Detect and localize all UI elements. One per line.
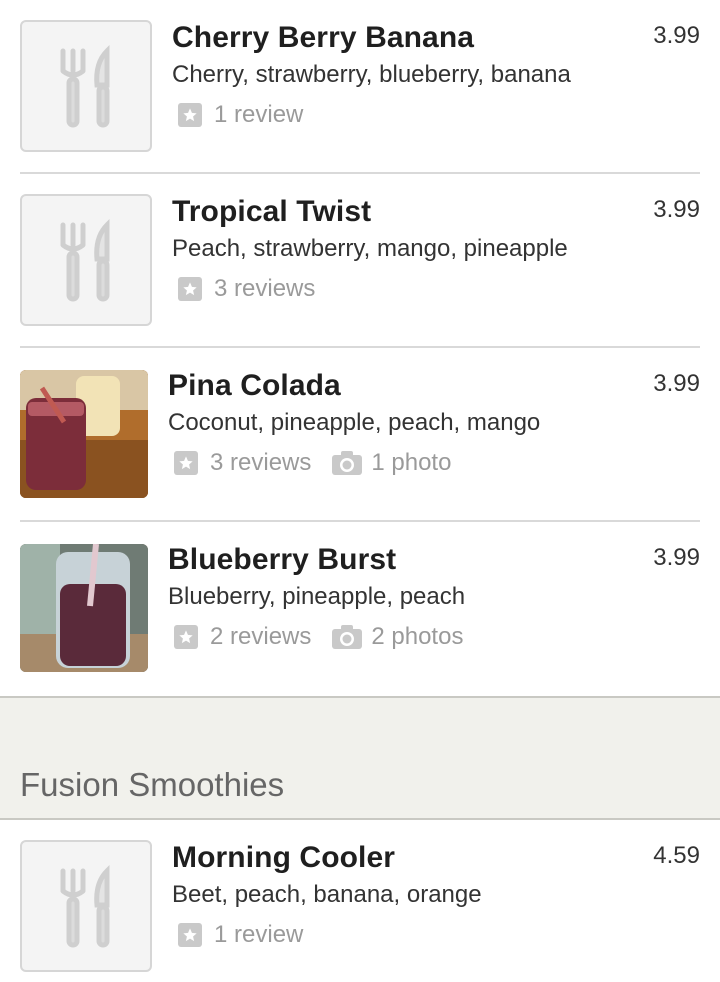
- star-icon: [178, 923, 202, 947]
- menu-list: Cherry Berry Banana Cherry, strawberry, …: [0, 0, 720, 982]
- item-description: Peach, strawberry, mango, pineapple: [172, 235, 568, 262]
- section-title: Fusion Smoothies: [20, 766, 285, 803]
- item-photo[interactable]: [20, 370, 148, 498]
- review-count[interactable]: 3 reviews: [210, 449, 311, 477]
- section-header: Fusion Smoothies: [0, 696, 720, 820]
- item-price: 3.99: [653, 22, 700, 49]
- item-meta: 2 reviews 2 photos: [168, 620, 700, 654]
- fork-knife-icon: [20, 20, 152, 152]
- menu-item-cherry-berry-banana[interactable]: Cherry Berry Banana Cherry, strawberry, …: [0, 0, 720, 174]
- item-title[interactable]: Blueberry Burst: [168, 540, 700, 580]
- item-photo[interactable]: [20, 544, 148, 672]
- menu-item-morning-cooler[interactable]: Morning Cooler Beet, peach, banana, oran…: [0, 820, 720, 982]
- review-count[interactable]: 1 review: [214, 921, 303, 949]
- item-meta: 1 review: [172, 98, 700, 132]
- star-icon: [174, 625, 198, 649]
- star-icon: [178, 277, 202, 301]
- item-info: Blueberry Burst Blueberry, pineapple, pe…: [168, 540, 700, 654]
- item-description: Blueberry, pineapple, peach: [168, 583, 466, 610]
- camera-icon: [331, 624, 363, 650]
- item-title[interactable]: Pina Colada: [168, 366, 700, 406]
- item-price: 3.99: [653, 196, 700, 223]
- photo-count[interactable]: 1 photo: [371, 449, 451, 477]
- menu-item-tropical-twist[interactable]: Tropical Twist Peach, strawberry, mango,…: [0, 174, 720, 348]
- item-meta: 1 review: [172, 918, 700, 952]
- camera-icon: [331, 450, 363, 476]
- review-count[interactable]: 1 review: [214, 101, 303, 129]
- review-count[interactable]: 3 reviews: [214, 275, 315, 303]
- item-title[interactable]: Tropical Twist: [172, 192, 700, 232]
- fork-knife-icon: [20, 840, 152, 972]
- item-meta: 3 reviews: [172, 272, 700, 306]
- item-title[interactable]: Cherry Berry Banana: [172, 18, 700, 58]
- fork-knife-icon: [20, 194, 152, 326]
- item-info: Tropical Twist Peach, strawberry, mango,…: [172, 192, 700, 306]
- item-info: Pina Colada Coconut, pineapple, peach, m…: [168, 366, 700, 480]
- star-icon: [174, 451, 198, 475]
- item-description: Coconut, pineapple, peach, mango: [168, 409, 541, 436]
- item-price: 3.99: [653, 544, 700, 571]
- menu-item-blueberry-burst[interactable]: Blueberry Burst Blueberry, pineapple, pe…: [0, 522, 720, 696]
- item-info: Cherry Berry Banana Cherry, strawberry, …: [172, 18, 700, 132]
- item-price: 4.59: [653, 842, 700, 869]
- menu-item-pina-colada[interactable]: Pina Colada Coconut, pineapple, peach, m…: [0, 348, 720, 522]
- item-description: Cherry, strawberry, blueberry, banana: [172, 61, 571, 88]
- item-description: Beet, peach, banana, orange: [172, 881, 482, 908]
- photo-count[interactable]: 2 photos: [371, 623, 463, 651]
- item-price: 3.99: [653, 370, 700, 397]
- review-count[interactable]: 2 reviews: [210, 623, 311, 651]
- item-info: Morning Cooler Beet, peach, banana, oran…: [172, 838, 700, 952]
- item-meta: 3 reviews 1 photo: [168, 446, 700, 480]
- item-title[interactable]: Morning Cooler: [172, 838, 700, 878]
- star-icon: [178, 103, 202, 127]
